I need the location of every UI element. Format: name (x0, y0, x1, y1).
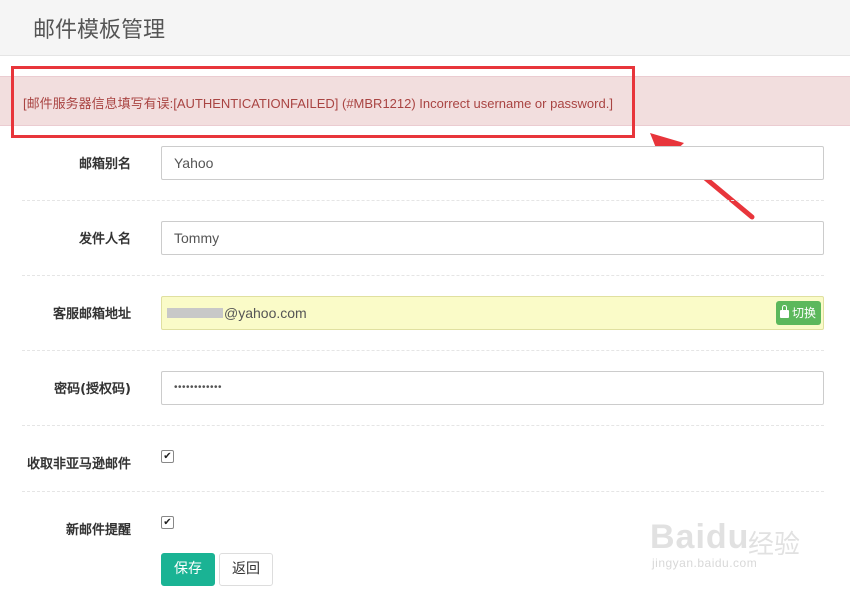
service-email-label: 客服邮箱地址 (52, 307, 131, 322)
row-divider (22, 200, 824, 201)
sender-name-value: Tommy (174, 230, 220, 246)
switch-label: 切换 (791, 306, 816, 320)
service-email-input[interactable]: @yahoo.com 切换 (161, 296, 824, 330)
new-mail-alert-label: 新邮件提醒 (65, 523, 131, 538)
back-button[interactable]: 返回 (219, 553, 273, 586)
service-email-value: @yahoo.com (224, 305, 307, 321)
page-title: 邮件模板管理 (33, 18, 166, 43)
watermark-brand: Baidu (650, 518, 750, 556)
password-value: •••••••••••• (174, 382, 223, 393)
password-input[interactable]: •••••••••••• (161, 371, 824, 405)
receive-non-amazon-checkbox[interactable]: ✔ (161, 450, 174, 463)
save-button[interactable]: 保存 (161, 553, 215, 586)
new-mail-alert-checkbox[interactable]: ✔ (161, 516, 174, 529)
switch-button[interactable]: 切换 (775, 301, 821, 325)
password-label: 密码(授权码) (54, 382, 131, 397)
watermark-url: jingyan.baidu.com (652, 556, 758, 570)
sender-name-label: 发件人名 (78, 232, 131, 247)
row-divider (22, 275, 824, 276)
row-divider (22, 425, 824, 426)
mailbox-alias-value: Yahoo (174, 155, 214, 171)
mailbox-alias-input[interactable]: Yahoo (161, 146, 824, 180)
baidu-watermark: Baidu 经验 jingyan.baidu.com (650, 500, 820, 580)
mailbox-alias-label: 邮箱别名 (78, 157, 131, 172)
receive-non-amazon-label: 收取非亚马逊邮件 (26, 457, 131, 472)
sender-name-input[interactable]: Tommy (161, 221, 824, 255)
row-divider (22, 491, 824, 492)
lock-icon (779, 305, 789, 318)
row-divider (22, 350, 824, 351)
annotation-highlight-box (11, 66, 635, 138)
page-header: 邮件模板管理 (0, 0, 850, 56)
redacted-email-prefix (167, 308, 223, 318)
